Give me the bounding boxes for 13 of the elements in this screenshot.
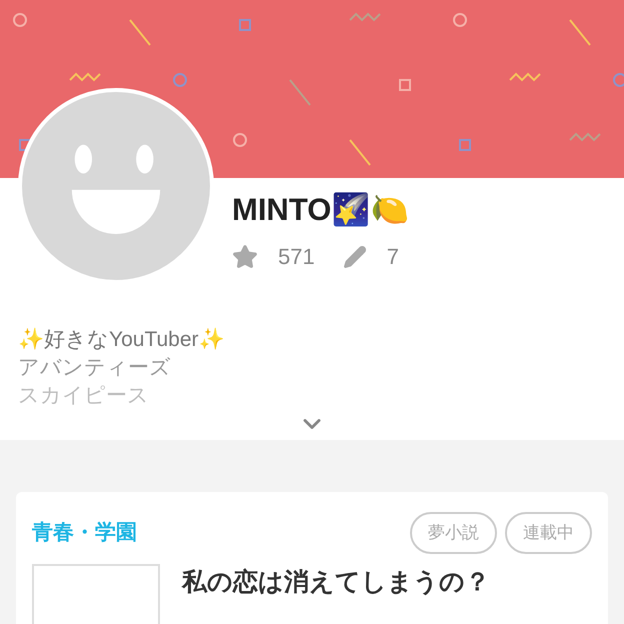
work-count: 7 xyxy=(386,243,399,271)
tag-chip: 夢小説 xyxy=(410,512,497,554)
star-icon xyxy=(232,244,258,270)
novel-title: 私の恋は消えてしまうの？ xyxy=(182,567,490,598)
genre-label: 青春・学園 xyxy=(32,520,137,546)
star-count: 571 xyxy=(278,243,315,271)
pencil-icon xyxy=(342,244,367,268)
tag-chip: 連載中 xyxy=(505,512,592,554)
bio-line: アバンティーズ xyxy=(18,355,172,381)
bio-line: スカイピース xyxy=(18,383,150,409)
user-name: MINTO🌠🍋 xyxy=(232,192,410,228)
bio-line: ✨好きなYouTuber✨ xyxy=(18,326,226,353)
novel-card[interactable]: 青春・学園 夢小説 連載中 私の恋は消えてしまうの？ xyxy=(16,492,608,624)
